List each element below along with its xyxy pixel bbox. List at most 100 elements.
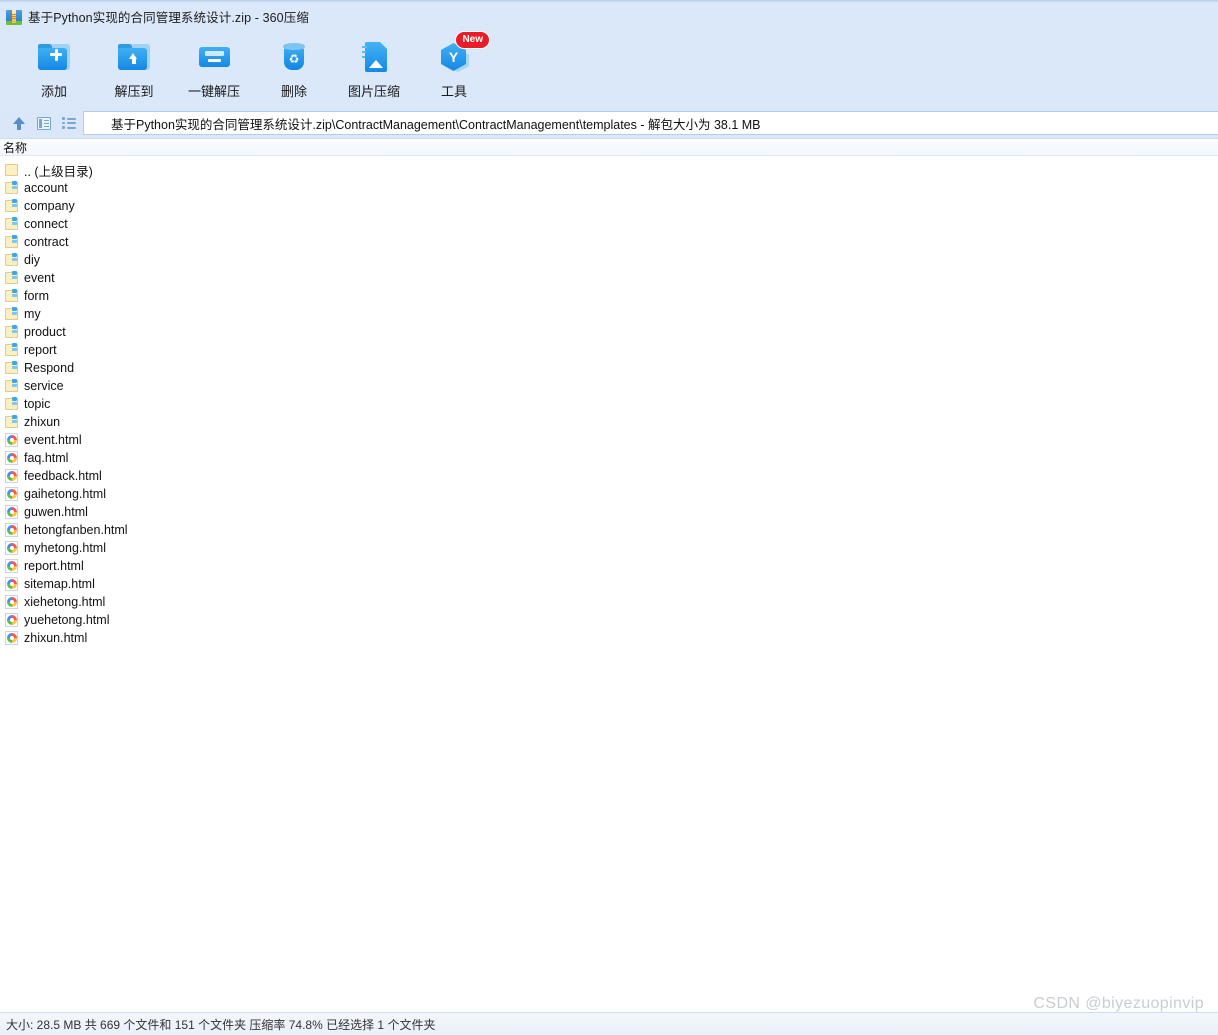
file-name: account xyxy=(24,181,68,195)
file-list-row[interactable]: sitemap.html xyxy=(0,575,1218,593)
folder-icon xyxy=(5,325,19,339)
folder-icon xyxy=(5,289,19,303)
new-badge: New xyxy=(455,31,490,49)
html-file-icon xyxy=(5,433,19,447)
file-name: connect xyxy=(24,217,68,231)
file-name: faq.html xyxy=(24,451,69,465)
folder-icon xyxy=(5,253,19,267)
file-list-row[interactable]: .. (上级目录) xyxy=(0,161,1218,179)
folder-icon xyxy=(5,343,19,357)
tools-button[interactable]: Y New 工具 xyxy=(414,31,494,103)
file-list[interactable]: .. (上级目录) account company connect contract di… xyxy=(0,156,1218,1012)
add-button-label: 添加 xyxy=(40,84,67,99)
file-list-row[interactable]: Respond xyxy=(0,359,1218,377)
file-name: report.html xyxy=(24,559,84,573)
file-name: diy xyxy=(24,253,40,267)
file-name: yuehetong.html xyxy=(24,613,110,627)
file-name: Respond xyxy=(24,361,75,375)
extract-to-button[interactable]: 解压到 xyxy=(94,33,174,103)
zip-archive-icon xyxy=(90,115,106,131)
html-file-icon xyxy=(5,577,19,591)
file-list-row[interactable]: myhetong.html xyxy=(0,539,1218,557)
file-name: service xyxy=(24,379,64,393)
file-list-row[interactable]: zhixun xyxy=(0,413,1218,431)
file-list-row[interactable]: faq.html xyxy=(0,449,1218,467)
file-list-row[interactable]: xiehetong.html xyxy=(0,593,1218,611)
folder-icon xyxy=(5,379,19,393)
file-list-row[interactable]: my xyxy=(0,305,1218,323)
file-list-row[interactable]: report.html xyxy=(0,557,1218,575)
extract-to-folder-icon xyxy=(116,39,152,75)
html-file-icon xyxy=(5,613,19,627)
file-name: zhixun xyxy=(24,415,61,429)
html-file-icon xyxy=(5,631,19,645)
file-name: sitemap.html xyxy=(24,577,95,591)
file-list-row[interactable]: report xyxy=(0,341,1218,359)
folder-icon xyxy=(5,397,19,411)
file-list-row[interactable]: feedback.html xyxy=(0,467,1218,485)
image-compress-button[interactable]: 图片压缩 xyxy=(334,33,414,103)
add-folder-icon xyxy=(36,39,72,75)
file-list-row[interactable]: hetongfanben.html xyxy=(0,521,1218,539)
html-file-icon xyxy=(5,469,19,483)
add-button[interactable]: 添加 xyxy=(14,33,94,103)
address-text: 基于Python实现的合同管理系统设计.zip\ContractManageme… xyxy=(111,117,761,132)
image-compress-icon xyxy=(356,39,392,75)
file-list-row[interactable]: yuehetong.html xyxy=(0,611,1218,629)
file-name: my xyxy=(24,307,41,321)
file-name: .. (上级目录) xyxy=(24,164,93,179)
file-name: event xyxy=(24,271,55,285)
file-name: feedback.html xyxy=(24,469,102,483)
extract-to-button-label: 解压到 xyxy=(114,84,154,99)
file-name: topic xyxy=(24,397,51,411)
file-list-row[interactable]: company xyxy=(0,197,1218,215)
file-list-row[interactable]: connect xyxy=(0,215,1218,233)
folder-icon xyxy=(5,307,19,321)
file-list-row[interactable]: account xyxy=(0,179,1218,197)
one-click-extract-button[interactable]: 一键解压 xyxy=(174,33,254,103)
file-list-row[interactable]: event.html xyxy=(0,431,1218,449)
one-click-extract-icon xyxy=(196,39,232,75)
file-list-row[interactable]: diy xyxy=(0,251,1218,269)
file-name: company xyxy=(24,199,75,213)
file-list-row[interactable]: product xyxy=(0,323,1218,341)
trash-icon: ♻ xyxy=(276,39,312,75)
main-toolbar: 添加 解压到 一键解压 ♻ 删除 图片压缩 Y New 工具 xyxy=(0,31,1218,108)
file-list-row[interactable]: zhixun.html xyxy=(0,629,1218,647)
html-file-icon xyxy=(5,505,19,519)
folder-icon xyxy=(5,199,19,213)
navigation-bar: 基于Python实现的合同管理系统设计.zip\ContractManageme… xyxy=(0,108,1218,138)
list-view-icon[interactable] xyxy=(58,112,80,134)
file-name: xiehetong.html xyxy=(24,595,106,609)
html-file-icon xyxy=(5,487,19,501)
file-name: product xyxy=(24,325,66,339)
folder-icon xyxy=(5,415,19,429)
file-name: form xyxy=(24,289,49,303)
up-arrow-icon[interactable] xyxy=(8,112,30,134)
column-name-header[interactable]: 名称 xyxy=(3,139,27,156)
window-title: 基于Python实现的合同管理系统设计.zip - 360压缩 xyxy=(28,11,309,25)
preview-panel-icon[interactable] xyxy=(33,112,55,134)
folder-icon xyxy=(5,271,19,285)
file-list-row[interactable]: contract xyxy=(0,233,1218,251)
status-text: 大小: 28.5 MB 共 669 个文件和 151 个文件夹 压缩率 74.8… xyxy=(6,1017,436,1032)
file-list-row[interactable]: event xyxy=(0,269,1218,287)
file-list-row[interactable]: guwen.html xyxy=(0,503,1218,521)
file-list-row[interactable]: service xyxy=(0,377,1218,395)
image-compress-button-label: 图片压缩 xyxy=(347,84,400,99)
file-name: event.html xyxy=(24,433,82,447)
html-file-icon xyxy=(5,559,19,573)
zip-archive-icon xyxy=(6,9,22,25)
address-bar[interactable]: 基于Python实现的合同管理系统设计.zip\ContractManageme… xyxy=(83,111,1218,135)
tools-button-label: 工具 xyxy=(440,84,467,99)
folder-icon xyxy=(5,235,19,249)
file-list-row[interactable]: gaihetong.html xyxy=(0,485,1218,503)
delete-button[interactable]: ♻ 删除 xyxy=(254,33,334,103)
parent-folder-icon xyxy=(5,163,19,177)
file-name: zhixun.html xyxy=(24,631,88,645)
file-list-row[interactable]: form xyxy=(0,287,1218,305)
file-list-row[interactable]: topic xyxy=(0,395,1218,413)
folder-icon xyxy=(5,217,19,231)
app-window: 基于Python实现的合同管理系统设计.zip - 360压缩 添加 解压到 一… xyxy=(0,0,1218,1035)
list-column-header: 名称 xyxy=(0,138,1218,156)
